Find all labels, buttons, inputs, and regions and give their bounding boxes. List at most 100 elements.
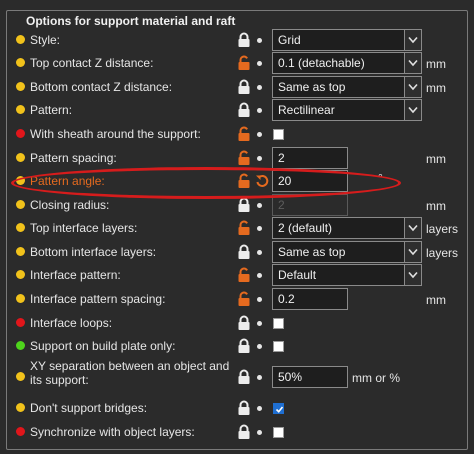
mode-dot-simple — [16, 294, 25, 303]
group-title: Options for support material and raft — [23, 13, 239, 29]
option-row-support-on-build-plate-only: Support on build plate only: — [0, 335, 474, 357]
interface-loops-checkbox[interactable] — [273, 318, 284, 329]
input-value: 2 — [278, 198, 285, 212]
input-value: 2 — [278, 151, 285, 165]
unlock-icon[interactable] — [237, 126, 251, 142]
lock-icon[interactable] — [237, 197, 251, 213]
chevron-down-icon[interactable] — [404, 242, 421, 262]
option-label: Bottom interface layers: — [30, 245, 157, 259]
pattern-spacing-input[interactable]: 2 — [272, 147, 348, 169]
select-value: Grid — [278, 33, 301, 47]
option-row-closing-radius: Closing radius: 2 mm — [0, 194, 474, 216]
unlock-icon[interactable] — [237, 150, 251, 166]
style-select[interactable]: Grid — [272, 29, 422, 51]
chevron-down-icon[interactable] — [404, 100, 421, 120]
lock-icon[interactable] — [237, 102, 251, 118]
option-row-synchronize-with-object-layers: Synchronize with object layers: — [0, 421, 474, 443]
xy-separation-between-an-object-and-its-support-input[interactable]: 50% — [272, 366, 348, 388]
option-row-bottom-contact-z-distance: Bottom contact Z distance: Same as top mm — [0, 76, 474, 98]
option-label: Pattern spacing: — [30, 151, 117, 165]
chevron-down-icon[interactable] — [404, 30, 421, 50]
input-value: 20 — [278, 174, 292, 188]
unit-label: mm or % — [352, 371, 400, 385]
unlock-icon[interactable] — [237, 220, 251, 236]
unit-label: mm — [426, 152, 446, 166]
select-value: Same as top — [278, 245, 346, 259]
mode-dot-simple — [16, 247, 25, 256]
mode-dot-simple — [16, 35, 25, 44]
option-row-interface-pattern-spacing: Interface pattern spacing: 0.2 mm — [0, 288, 474, 310]
with-sheath-around-the-support-checkbox[interactable] — [273, 129, 284, 140]
pattern-select[interactable]: Rectilinear — [272, 99, 422, 121]
option-row-interface-pattern: Interface pattern: Default — [0, 264, 474, 286]
bullet-icon — [257, 375, 262, 380]
mode-dot-expert — [16, 341, 25, 350]
bullet-icon — [257, 132, 262, 137]
option-row-bottom-interface-layers: Bottom interface layers: Same as top layer… — [0, 241, 474, 263]
unit-label: layers — [426, 222, 459, 236]
interface-pattern-select[interactable]: Default — [272, 264, 422, 286]
unit-label: mm — [426, 293, 446, 307]
lock-icon[interactable] — [237, 424, 251, 440]
select-value: 0.1 (detachable) — [278, 56, 365, 70]
lock-icon[interactable] — [237, 244, 251, 260]
lock-icon[interactable] — [237, 400, 251, 416]
mode-dot-simple — [16, 200, 25, 209]
top-contact-z-distance-select[interactable]: 0.1 (detachable) — [272, 52, 422, 74]
option-label: Style: — [30, 33, 61, 47]
interface-pattern-spacing-input[interactable]: 0.2 — [272, 288, 348, 310]
mode-dot-advanced — [16, 318, 25, 327]
bottom-interface-layers-select[interactable]: Same as top — [272, 241, 422, 263]
support-on-build-plate-only-checkbox[interactable] — [273, 341, 284, 352]
lock-icon[interactable] — [237, 369, 251, 385]
option-row-pattern-angle: Pattern angle: 20 ° — [0, 170, 474, 192]
chevron-down-icon[interactable] — [404, 53, 421, 73]
input-value: 0.2 — [278, 292, 295, 306]
don-t-support-bridges-checkbox[interactable] — [273, 403, 284, 414]
bullet-icon — [257, 321, 262, 326]
unlock-icon[interactable] — [237, 291, 251, 307]
synchronize-with-object-layers-checkbox[interactable] — [273, 427, 284, 438]
option-label: Don't support bridges: — [30, 401, 148, 415]
bullet-icon — [257, 61, 262, 66]
bullet-icon — [257, 38, 262, 43]
option-label: Top interface layers: — [30, 221, 138, 235]
select-value: Same as top — [278, 80, 346, 94]
bullet-icon — [257, 250, 262, 255]
chevron-down-icon[interactable] — [404, 77, 421, 97]
lock-icon[interactable] — [237, 338, 251, 354]
chevron-down-icon[interactable] — [404, 265, 421, 285]
option-row-top-interface-layers: Top interface layers: 2 (default) layers — [0, 217, 474, 239]
top-interface-layers-select[interactable]: 2 (default) — [272, 217, 422, 239]
bullet-icon — [257, 156, 262, 161]
input-value: 50% — [278, 370, 303, 384]
mode-dot-simple — [16, 58, 25, 67]
option-label: Interface pattern spacing: — [30, 292, 166, 306]
lock-icon[interactable] — [237, 315, 251, 331]
mode-dot-simple — [16, 176, 25, 185]
bottom-contact-z-distance-select[interactable]: Same as top — [272, 76, 422, 98]
unlock-icon[interactable] — [237, 267, 251, 283]
option-row-xy-separation-between-an-object-and-its-support: XY separation between an object and its … — [0, 359, 474, 388]
option-label: XY separation between an object and its … — [30, 359, 230, 387]
mode-dot-advanced — [16, 129, 25, 138]
mode-dot-simple — [16, 153, 25, 162]
undo-icon[interactable] — [255, 174, 269, 188]
option-label: Bottom contact Z distance: — [30, 80, 173, 94]
option-row-pattern: Pattern: Rectilinear — [0, 99, 474, 121]
bullet-icon — [257, 406, 262, 411]
lock-icon[interactable] — [237, 79, 251, 95]
pattern-angle-input[interactable]: 20 — [272, 170, 348, 192]
unlock-icon[interactable] — [237, 173, 251, 189]
unit-label: mm — [426, 57, 446, 71]
option-row-interface-loops: Interface loops: — [0, 312, 474, 334]
unlock-icon[interactable] — [237, 55, 251, 71]
mode-dot-simple — [16, 82, 25, 91]
mode-dot-simple — [16, 372, 25, 381]
option-label: Interface loops: — [30, 316, 113, 330]
lock-icon[interactable] — [237, 32, 251, 48]
bullet-icon — [257, 297, 262, 302]
option-row-with-sheath-around-the-support: With sheath around the support: — [0, 123, 474, 145]
chevron-down-icon[interactable] — [404, 218, 421, 238]
unit-label: mm — [426, 199, 446, 213]
